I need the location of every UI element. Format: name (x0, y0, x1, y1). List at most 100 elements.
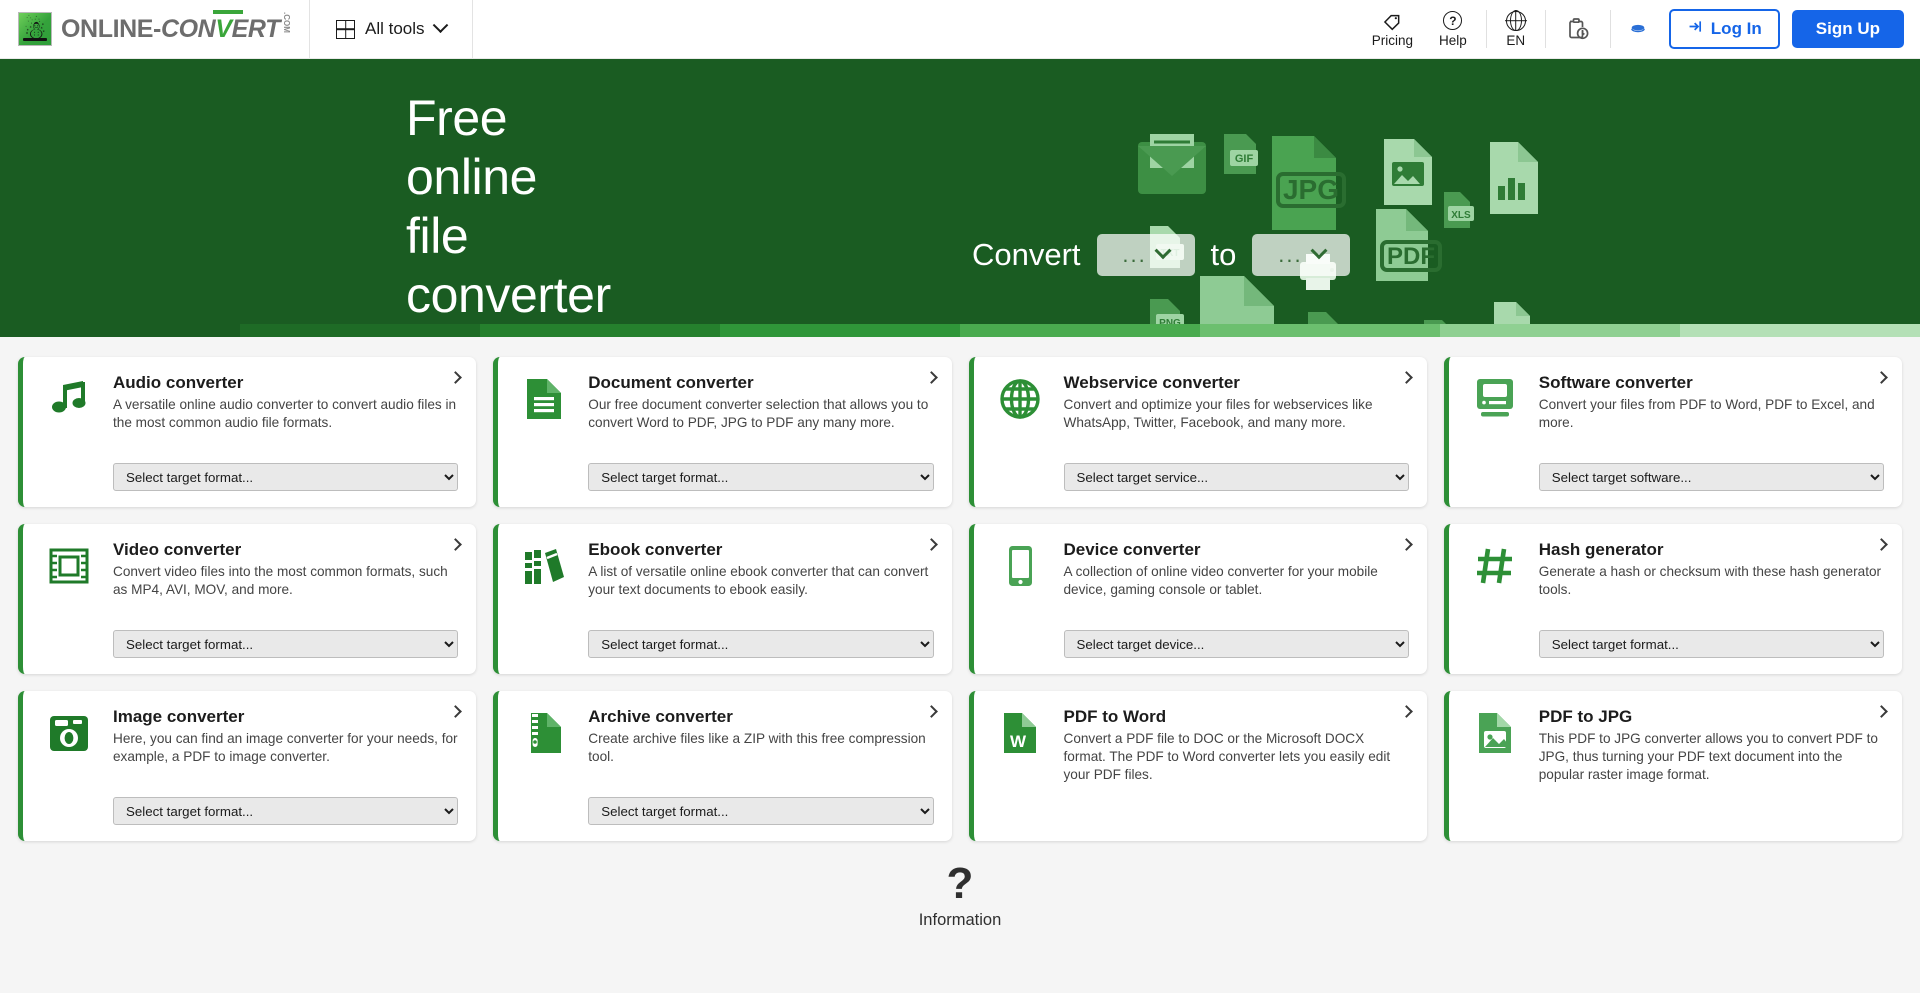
help-link[interactable]: ? Help (1426, 10, 1480, 48)
login-label: Log In (1710, 19, 1762, 38)
logo-wordmark: ONLINE - CON V ERT .COM (61, 9, 291, 44)
logo-text-ert: ERT (231, 14, 281, 43)
divider (1544, 10, 1546, 48)
card-spacer (1539, 797, 1884, 825)
document-lines-icon (518, 373, 570, 491)
divider (1609, 10, 1611, 48)
login-arrow-icon (1687, 18, 1704, 40)
question-circle-icon: ? (1443, 10, 1463, 31)
camera-icon (43, 707, 95, 825)
target-format-dropdown[interactable]: ... (1252, 234, 1351, 276)
gradient-step (0, 324, 240, 337)
logo-text-dash: - (153, 14, 161, 43)
hero-banner: GIF JPG XLS PDF TIFF Free online file co… (0, 59, 1920, 337)
login-button[interactable]: Log In (1668, 9, 1780, 49)
svg-text:PDF: PDF (1387, 243, 1435, 270)
card-body: Software converter Convert your files fro… (1538, 373, 1884, 491)
card-description: Here, you can find an image converter fo… (113, 731, 458, 765)
hash-icon (1469, 540, 1521, 658)
film-strip-icon (43, 540, 95, 658)
svg-text:GIF: GIF (1235, 153, 1254, 165)
card-title: Archive converter (588, 707, 733, 726)
information-section[interactable]: ? Information (18, 859, 1902, 930)
target-format-select[interactable]: Select target format... (1538, 630, 1884, 658)
card-spacer (1064, 797, 1409, 825)
source-format-dropdown[interactable]: ... (1096, 234, 1195, 276)
mobile-device-icon (994, 540, 1046, 658)
card-body: Device converter A collection of online v… (1063, 540, 1409, 658)
card-body: PDF to Word Convert a PDF file to DOC or … (1064, 707, 1409, 825)
target-format-select[interactable]: Select target format... (588, 797, 934, 825)
site-header: ☃ ONLINE - CON V ERT .COM All tools Pricing ?… (0, 0, 1920, 59)
person-jumping-logo-icon: ☃ (18, 12, 52, 46)
target-format-select[interactable]: Select target software... (1538, 463, 1884, 491)
page-title: Free online file converter (406, 89, 611, 325)
card-title: Image converter (113, 707, 245, 726)
target-format-select[interactable]: Select target format... (113, 463, 459, 491)
header-actions: Pricing ? Help EN Log In Sign Up (1359, 0, 1920, 58)
card-description: Convert and optimize your files for webs… (1063, 397, 1373, 431)
hero-text: Free online file converter Convert media… (0, 59, 611, 337)
converter-card[interactable]: Video converter Convert video files into … (18, 524, 477, 674)
converter-card[interactable]: Webservice converter Convert and optimize… (968, 357, 1427, 507)
hero-gradient-strip (0, 324, 1920, 337)
target-format-select[interactable]: Select target service... (1063, 463, 1409, 491)
converter-card[interactable]: Software converter Convert your files fro… (1443, 357, 1902, 507)
target-format-select[interactable]: Select target format... (113, 797, 459, 825)
card-body: Image converter Here, you can find an ima… (113, 707, 459, 825)
card-title: Hash generator (1538, 540, 1664, 559)
converter-grid: Audio converter A versatile online audio … (18, 357, 1902, 841)
converter-card[interactable]: Device converter A collection of online v… (968, 524, 1427, 674)
gradient-step (720, 324, 960, 337)
hero-title-line2: converter (406, 267, 611, 323)
language-label: EN (1506, 33, 1526, 48)
all-tools-menu[interactable]: All tools (310, 0, 473, 58)
card-title: Webservice converter (1063, 373, 1240, 392)
converter-card[interactable]: Document converter Our free document conv… (493, 357, 952, 507)
converter-card[interactable]: W PDF to Word Convert a PDF file to DOC or… (968, 691, 1427, 841)
converter-card[interactable]: Audio converter A versatile online audio … (18, 357, 477, 507)
card-description: Our free document converter selection th… (588, 397, 929, 431)
card-body: Archive converter Create archive files li… (588, 707, 934, 825)
signup-button[interactable]: Sign Up (1791, 10, 1904, 48)
conversion-history-button[interactable] (1552, 18, 1604, 40)
card-body: Document converter Our free document conv… (588, 373, 934, 491)
card-description: Convert video files into the most common… (113, 564, 448, 598)
music-note-icon (43, 373, 95, 491)
card-title: PDF to JPG (1538, 707, 1633, 726)
cookie-settings-button[interactable] (1617, 19, 1659, 40)
converter-card[interactable]: Hash generator Generate a hash or checksu… (1443, 524, 1902, 674)
globe-icon (1505, 9, 1526, 32)
price-tag-icon (1382, 10, 1402, 31)
target-format-select[interactable]: Select target format... (113, 630, 459, 658)
monitor-icon (1469, 373, 1521, 491)
target-format-select[interactable]: Select target device... (1063, 630, 1409, 658)
card-body: PDF to JPG This PDF to JPG converter allo… (1539, 707, 1884, 825)
card-title: Ebook converter (588, 540, 723, 559)
converter-card[interactable]: Ebook converter A list of versatile onlin… (493, 524, 952, 674)
svg-text:W: W (1009, 732, 1026, 751)
card-description: Convert a PDF file to DOC or the Microso… (1063, 731, 1391, 783)
converter-card[interactable]: Image converter Here, you can find an ima… (18, 691, 477, 841)
logo-text-online: ONLINE (61, 14, 154, 43)
pricing-link[interactable]: Pricing (1359, 10, 1426, 48)
target-format-select[interactable]: Select target format... (588, 630, 934, 658)
all-tools-label: All tools (365, 19, 425, 38)
gradient-step (960, 324, 1200, 337)
card-description: A versatile online audio converter to co… (113, 397, 457, 431)
question-mark-icon: ? (946, 859, 974, 908)
information-label: Information (918, 910, 1002, 929)
chevron-down-icon (1310, 242, 1328, 260)
gradient-step (480, 324, 720, 337)
card-body: Webservice converter Convert and optimize… (1063, 373, 1409, 491)
target-format-select[interactable]: Select target format... (588, 463, 934, 491)
language-selector[interactable]: EN (1493, 9, 1539, 48)
converter-card[interactable]: PDF to JPG This PDF to JPG converter allo… (1443, 691, 1902, 841)
logo[interactable]: ☃ ONLINE - CON V ERT .COM (0, 0, 310, 58)
card-title: Video converter (113, 540, 242, 559)
card-description: Create archive files like a ZIP with thi… (588, 731, 926, 765)
converter-card[interactable]: Archive converter Create archive files li… (493, 691, 952, 841)
word-file-icon: W (994, 707, 1046, 825)
svg-text:JPG: JPG (1283, 174, 1339, 205)
grid-icon (336, 19, 355, 39)
